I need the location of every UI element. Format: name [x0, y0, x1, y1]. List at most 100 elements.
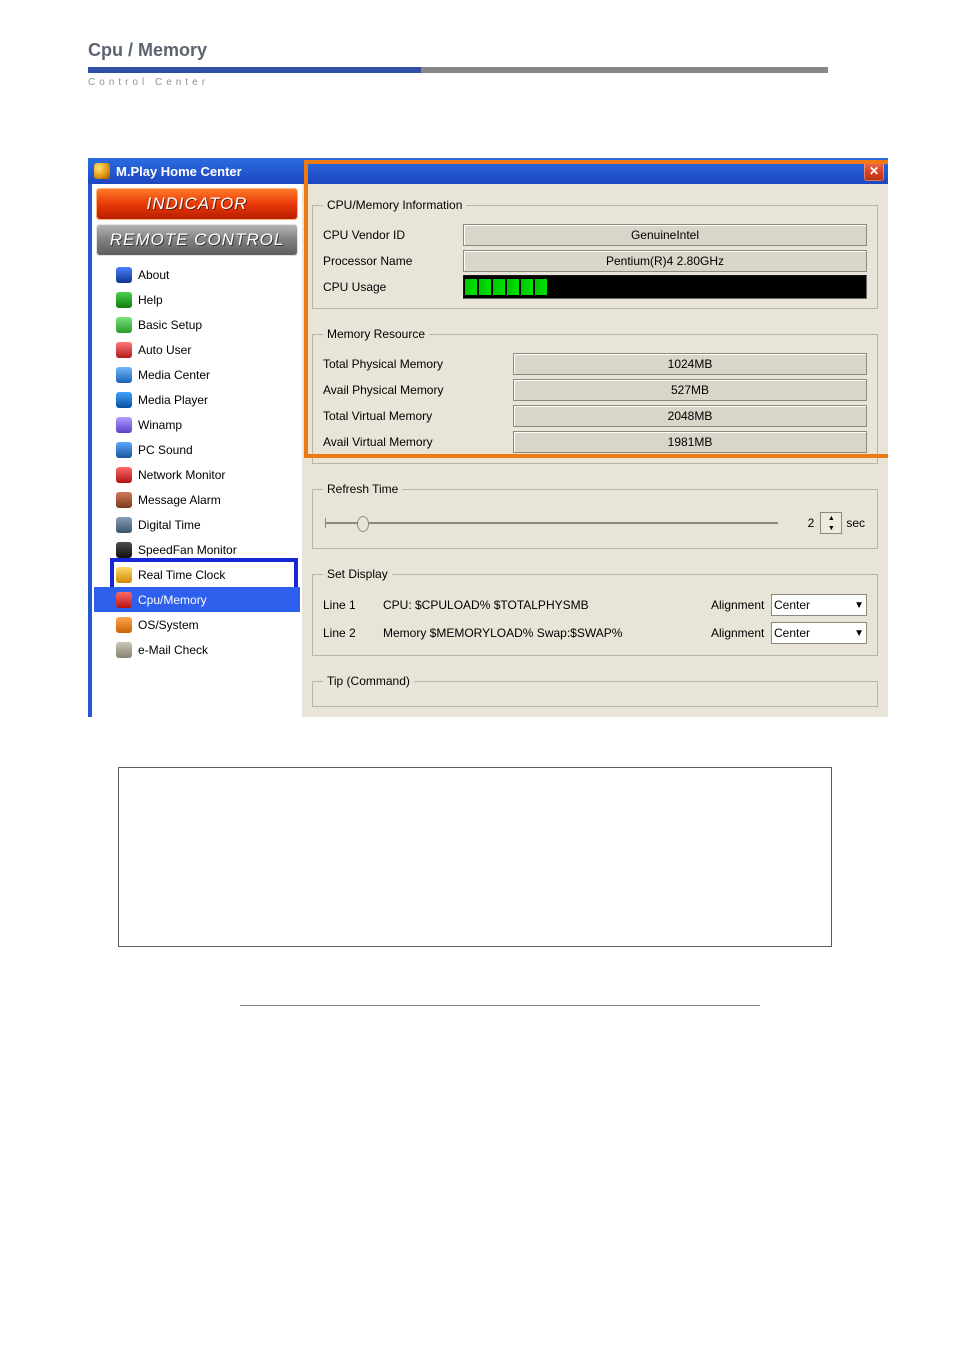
spinner-down[interactable]: ▼ — [821, 523, 841, 533]
speedfan-icon — [116, 542, 132, 558]
value-avail-virt: 1981MB — [513, 431, 867, 453]
basic-setup-icon — [116, 317, 132, 333]
banner-indicator[interactable]: INDICATOR — [96, 188, 298, 220]
group-tip-command: Tip (Command) — [312, 674, 878, 707]
group-legend: Set Display — [323, 567, 392, 581]
group-legend: Memory Resource — [323, 327, 429, 341]
os-system-icon — [116, 617, 132, 633]
sidebar-item-label: Basic Setup — [138, 318, 202, 332]
sidebar-item-label: Cpu/Memory — [138, 593, 207, 607]
sidebar-item-digital-time[interactable]: Digital Time — [94, 512, 300, 537]
label-total-virt: Total Virtual Memory — [323, 409, 513, 423]
sidebar-item-os-system[interactable]: OS/System — [94, 612, 300, 637]
sidebar-item-label: SpeedFan Monitor — [138, 543, 237, 557]
label-cpu-usage: CPU Usage — [323, 280, 463, 294]
sidebar-item-about[interactable]: About — [94, 262, 300, 287]
sidebar-item-label: Media Player — [138, 393, 208, 407]
sidebar-item-label: Real Time Clock — [138, 568, 225, 582]
sidebar-item-real-time-clock[interactable]: Real Time Clock — [94, 562, 300, 587]
sidebar-item-label: Help — [138, 293, 163, 307]
pc-sound-icon — [116, 442, 132, 458]
sidebar-item-label: Network Monitor — [138, 468, 225, 482]
sidebar-item-basic-setup[interactable]: Basic Setup — [94, 312, 300, 337]
select-value: Center — [774, 626, 810, 640]
group-legend: Refresh Time — [323, 482, 402, 496]
network-monitor-icon — [116, 467, 132, 483]
select-value: Center — [774, 598, 810, 612]
label-line1: Line 1 — [323, 598, 383, 612]
media-player-icon — [116, 392, 132, 408]
sidebar-item-help[interactable]: Help — [94, 287, 300, 312]
cpu-usage-bar — [463, 275, 867, 299]
refresh-spinner[interactable]: ▲▼ — [820, 512, 842, 534]
page-title: Cpu / Memory — [88, 40, 914, 67]
value-total-phys: 1024MB — [513, 353, 867, 375]
group-cpu-memory-info: CPU/Memory Information CPU Vendor ID Gen… — [312, 198, 878, 309]
sidebar-item-label: Message Alarm — [138, 493, 221, 507]
sidebar: INDICATOR REMOTE CONTROL About Help Basi… — [92, 184, 302, 717]
value-line2: Memory $MEMORYLOAD% Swap:$SWAP% — [383, 626, 711, 640]
sidebar-item-pc-sound[interactable]: PC Sound — [94, 437, 300, 462]
label-avail-virt: Avail Virtual Memory — [323, 435, 513, 449]
refresh-unit: sec — [846, 516, 865, 530]
label-processor-name: Processor Name — [323, 254, 463, 268]
sidebar-item-label: About — [138, 268, 169, 282]
sidebar-item-media-player[interactable]: Media Player — [94, 387, 300, 412]
footer-box — [118, 767, 832, 947]
group-set-display: Set Display Line 1 CPU: $CPULOAD% $TOTAL… — [312, 567, 878, 656]
footer-divider — [240, 1005, 760, 1006]
sidebar-item-label: Auto User — [138, 343, 191, 357]
app-icon — [94, 163, 110, 179]
help-icon — [116, 292, 132, 308]
group-memory-resource: Memory Resource Total Physical Memory102… — [312, 327, 878, 464]
value-line1: CPU: $CPULOAD% $TOTALPHYSMB — [383, 598, 711, 612]
sidebar-item-email-check[interactable]: e-Mail Check — [94, 637, 300, 662]
label-line2: Line 2 — [323, 626, 383, 640]
app-window: M.Play Home Center ✕ INDICATOR REMOTE CO… — [88, 158, 888, 717]
sidebar-item-auto-user[interactable]: Auto User — [94, 337, 300, 362]
refresh-value: 2 — [792, 516, 814, 530]
winamp-icon — [116, 417, 132, 433]
spinner-up[interactable]: ▲ — [821, 513, 841, 523]
banner-remote-control[interactable]: REMOTE CONTROL — [96, 224, 298, 256]
sidebar-item-label: OS/System — [138, 618, 199, 632]
sidebar-item-label: e-Mail Check — [138, 643, 208, 657]
label-alignment: Alignment — [711, 598, 771, 612]
label-total-phys: Total Physical Memory — [323, 357, 513, 371]
sidebar-item-cpu-memory[interactable]: Cpu/Memory — [94, 587, 300, 612]
label-avail-phys: Avail Physical Memory — [323, 383, 513, 397]
auto-user-icon — [116, 342, 132, 358]
sidebar-item-label: PC Sound — [138, 443, 193, 457]
chevron-down-icon: ▼ — [854, 628, 864, 639]
sidebar-item-network-monitor[interactable]: Network Monitor — [94, 462, 300, 487]
sidebar-item-media-center[interactable]: Media Center — [94, 362, 300, 387]
label-alignment: Alignment — [711, 626, 771, 640]
select-alignment-line1[interactable]: Center ▼ — [771, 594, 867, 616]
window-title: M.Play Home Center — [116, 164, 864, 179]
close-button[interactable]: ✕ — [864, 161, 884, 181]
value-cpu-vendor: GenuineIntel — [463, 224, 867, 246]
sidebar-item-winamp[interactable]: Winamp — [94, 412, 300, 437]
refresh-slider[interactable] — [325, 522, 778, 524]
media-center-icon — [116, 367, 132, 383]
select-alignment-line2[interactable]: Center ▼ — [771, 622, 867, 644]
titlebar: M.Play Home Center ✕ — [88, 158, 888, 184]
sidebar-item-speedfan-monitor[interactable]: SpeedFan Monitor — [94, 537, 300, 562]
slider-thumb[interactable] — [357, 516, 369, 532]
real-time-clock-icon — [116, 567, 132, 583]
group-legend: CPU/Memory Information — [323, 198, 466, 212]
value-total-virt: 2048MB — [513, 405, 867, 427]
cpu-memory-icon — [116, 592, 132, 608]
digital-time-icon — [116, 517, 132, 533]
sidebar-item-message-alarm[interactable]: Message Alarm — [94, 487, 300, 512]
value-avail-phys: 527MB — [513, 379, 867, 401]
page-subtitle: Control Center — [88, 73, 914, 88]
group-refresh-time: Refresh Time 2 ▲▼ sec — [312, 482, 878, 549]
email-check-icon — [116, 642, 132, 658]
chevron-down-icon: ▼ — [854, 600, 864, 611]
value-processor-name: Pentium(R)4 2.80GHz — [463, 250, 867, 272]
label-cpu-vendor: CPU Vendor ID — [323, 228, 463, 242]
sidebar-item-label: Winamp — [138, 418, 182, 432]
group-legend: Tip (Command) — [323, 674, 414, 688]
content-pane: CPU/Memory Information CPU Vendor ID Gen… — [302, 184, 888, 717]
